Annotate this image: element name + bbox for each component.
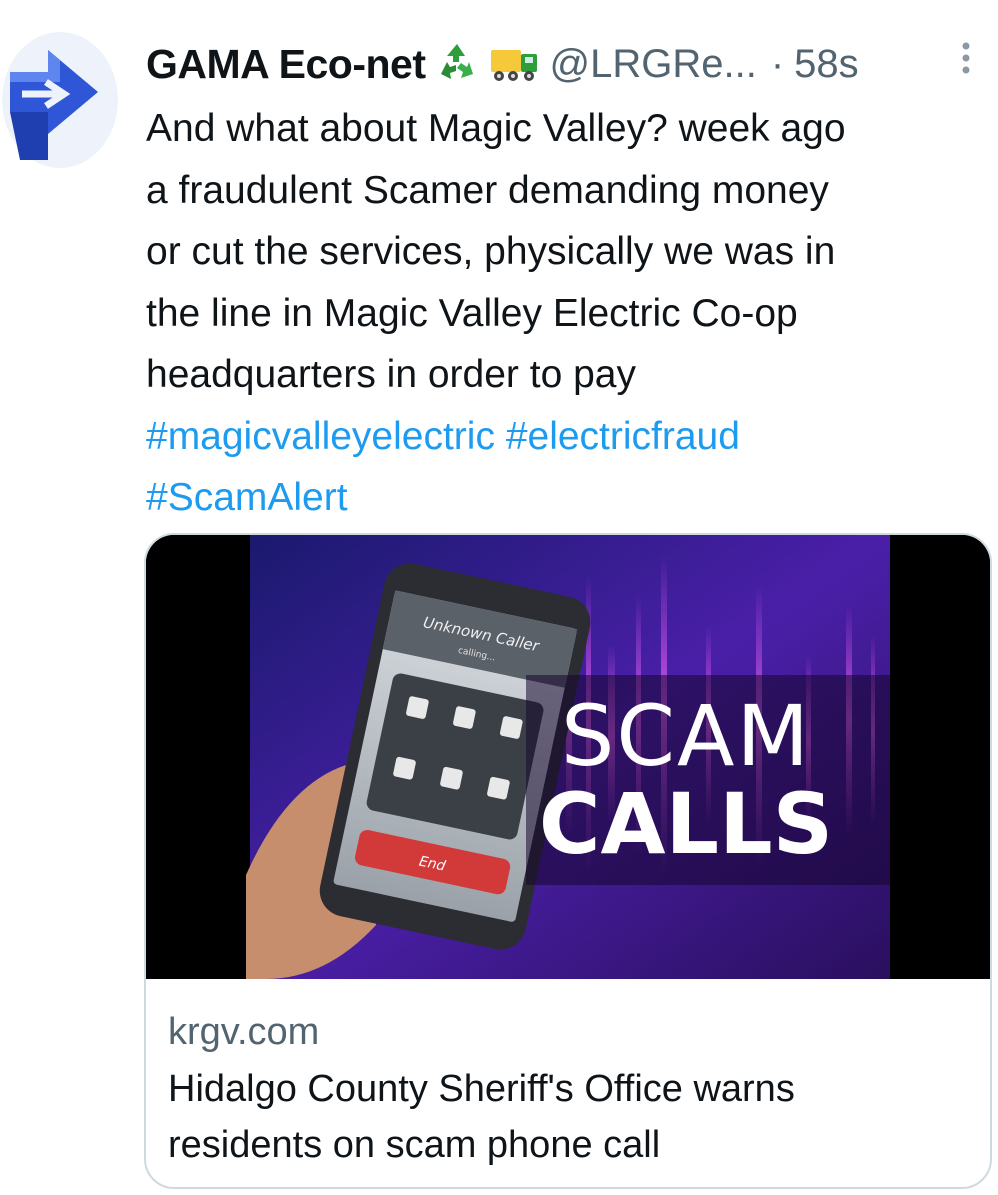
author-name[interactable]: GAMA Eco-net <box>146 41 426 88</box>
tweet-text-line: And what about Magic Valley? week ago <box>146 107 846 150</box>
recycle-icon <box>435 40 479 89</box>
author-handle[interactable]: @LRGRe... <box>549 42 756 87</box>
truck-icon <box>489 40 541 89</box>
headline-scam: SCAM <box>561 687 811 785</box>
card-title-line: Hidalgo County Sheriff's Office warns <box>168 1068 795 1110</box>
card-image[interactable]: Unknown Caller calling... End SCAM CALLS <box>146 535 990 979</box>
tweet-header: GAMA Eco-net @LRGRe... · 58s <box>146 36 986 92</box>
avatar[interactable] <box>0 30 118 170</box>
timestamp[interactable]: 58s <box>794 42 859 87</box>
tweet-text-line: the line in Magic Valley Electric Co-op <box>146 291 798 335</box>
tweet-text: And what about Magic Valley? week ago a … <box>146 98 996 529</box>
headline-calls: CALLS <box>539 775 833 873</box>
tweet-text-line: or cut the services, physically we was i… <box>146 230 836 273</box>
hashtag-link[interactable]: #electricfraud <box>506 415 740 458</box>
card-domain: krgv.com <box>168 1011 320 1053</box>
separator-dot: · <box>770 41 785 86</box>
hashtag-link[interactable]: #magicvalleyelectric <box>146 415 495 458</box>
hashtag-link[interactable]: #ScamAlert <box>146 476 348 519</box>
card-title-line: residents on scam phone call <box>168 1124 661 1166</box>
tweet-text-line: headquarters in order to pay <box>146 353 636 396</box>
tweet-text-line: a fraudulent Scamer demanding money <box>146 168 829 212</box>
more-options-icon[interactable] <box>960 40 972 80</box>
link-card[interactable]: Unknown Caller calling... End SCAM CALLS <box>144 533 992 1189</box>
card-meta: krgv.com Hidalgo County Sheriff's Office… <box>168 1003 968 1173</box>
